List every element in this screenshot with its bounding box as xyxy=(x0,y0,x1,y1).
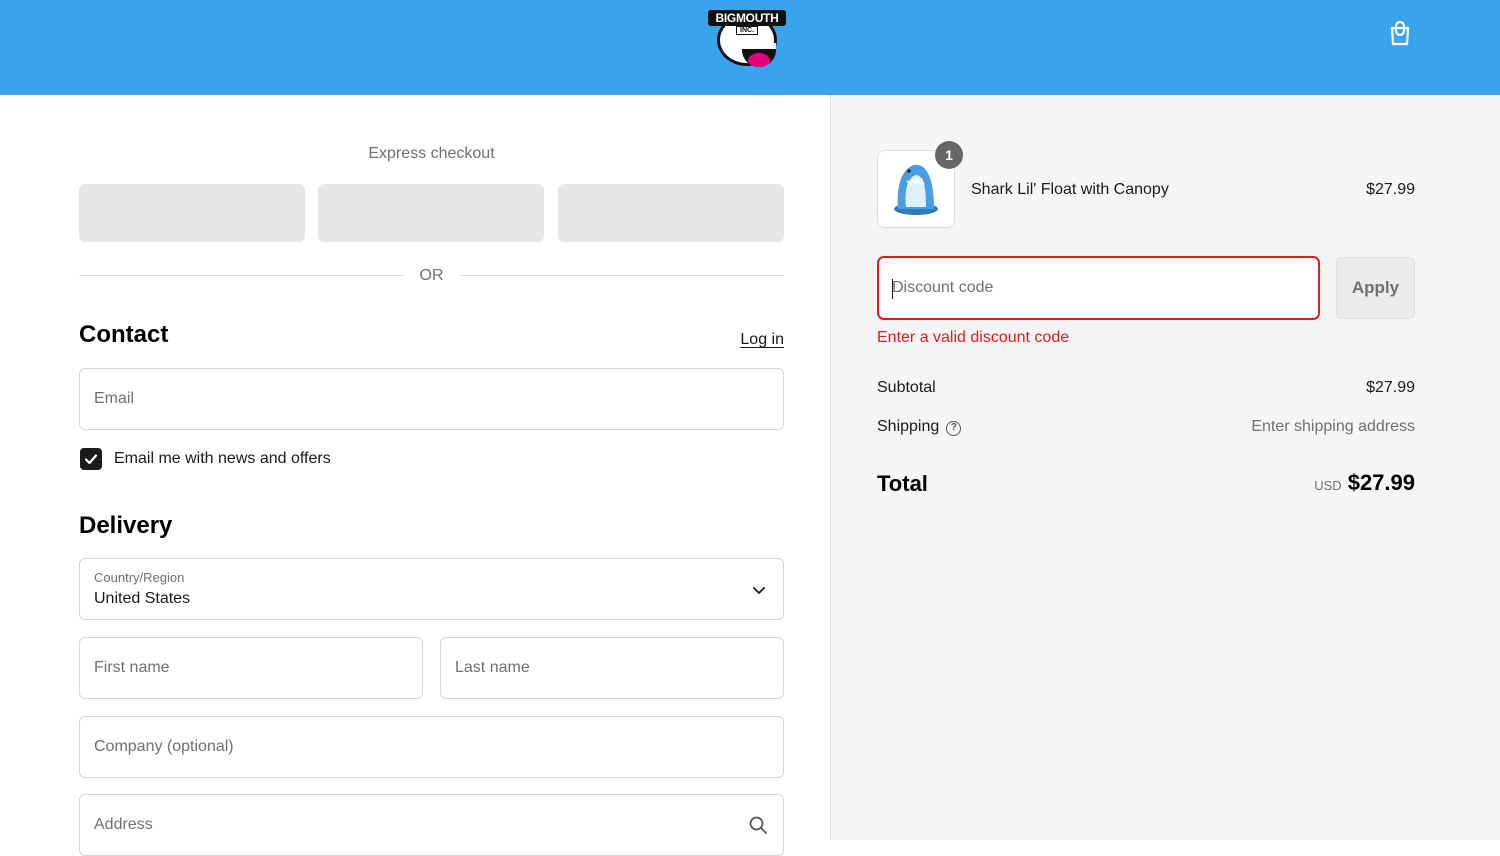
divider xyxy=(460,275,784,276)
order-summary-panel: 1 Shark Lil' Float with Canopy $27.99 Di… xyxy=(831,95,1500,840)
login-link[interactable]: Log in xyxy=(700,331,784,349)
first-name-field[interactable]: First name xyxy=(79,637,423,699)
discount-placeholder: Discount code xyxy=(892,279,994,296)
discount-error-message: Enter a valid discount code xyxy=(877,329,1070,346)
total-value: $27.99 xyxy=(1347,470,1415,495)
first-name-placeholder: First name xyxy=(94,659,170,676)
express-pay-button-3[interactable] xyxy=(558,184,784,242)
address-placeholder: Address xyxy=(94,816,153,833)
shipping-row-label: Shipping? xyxy=(877,418,962,436)
bigmouth-logo[interactable]: BIGMOUTH INC. xyxy=(708,6,786,67)
express-checkout-title: Express checkout xyxy=(368,145,495,162)
product-name: Shark Lil' Float with Canopy xyxy=(971,181,1169,198)
total-amount: USD $27.99 xyxy=(1215,470,1415,496)
shipping-label: Shipping xyxy=(877,418,940,435)
country-label: Country/Region xyxy=(94,570,185,585)
apply-button[interactable]: Apply xyxy=(1336,257,1415,319)
divider xyxy=(79,275,403,276)
newsletter-checkbox[interactable] xyxy=(80,448,102,470)
shipping-value: Enter shipping address xyxy=(1251,418,1415,435)
email-placeholder: Email xyxy=(94,390,135,407)
delivery-heading: Delivery xyxy=(79,512,173,539)
country-value: United States xyxy=(94,590,191,607)
company-field[interactable]: Company (optional) xyxy=(79,716,784,778)
logo-inc: INC. xyxy=(736,26,758,35)
help-icon[interactable]: ? xyxy=(946,421,962,436)
discount-code-input[interactable]: Discount code xyxy=(877,256,1320,320)
subtotal-value: $27.99 xyxy=(1366,379,1415,396)
currency-code: USD xyxy=(1314,478,1342,493)
search-icon[interactable] xyxy=(748,815,768,835)
or-separator: OR xyxy=(419,267,444,284)
last-name-placeholder: Last name xyxy=(455,659,530,676)
country-select[interactable]: Country/Region United States xyxy=(79,558,784,620)
contact-heading: Contact xyxy=(79,321,169,348)
quantity-badge: 1 xyxy=(935,141,963,169)
checkmark-icon xyxy=(84,454,98,465)
total-label: Total xyxy=(877,471,928,496)
chevron-down-icon xyxy=(752,583,766,597)
logo-wordmark: BIGMOUTH xyxy=(708,10,786,26)
product-price: $27.99 xyxy=(1366,181,1415,198)
subtotal-label: Subtotal xyxy=(877,379,936,396)
last-name-field[interactable]: Last name xyxy=(440,637,784,699)
logo-mouth xyxy=(742,43,776,67)
newsletter-label[interactable]: Email me with news and offers xyxy=(114,450,331,468)
text-cursor xyxy=(892,279,893,299)
email-field[interactable]: Email xyxy=(79,368,784,430)
company-placeholder: Company (optional) xyxy=(94,738,234,755)
site-header: BIGMOUTH INC. xyxy=(0,0,1500,95)
address-field[interactable]: Address xyxy=(79,794,784,856)
express-pay-button-2[interactable] xyxy=(318,184,544,242)
checkout-form-panel: Express checkout OR Contact Log in Email… xyxy=(0,95,831,856)
express-pay-button-1[interactable] xyxy=(79,184,305,242)
shopping-bag-icon[interactable] xyxy=(1385,18,1415,48)
